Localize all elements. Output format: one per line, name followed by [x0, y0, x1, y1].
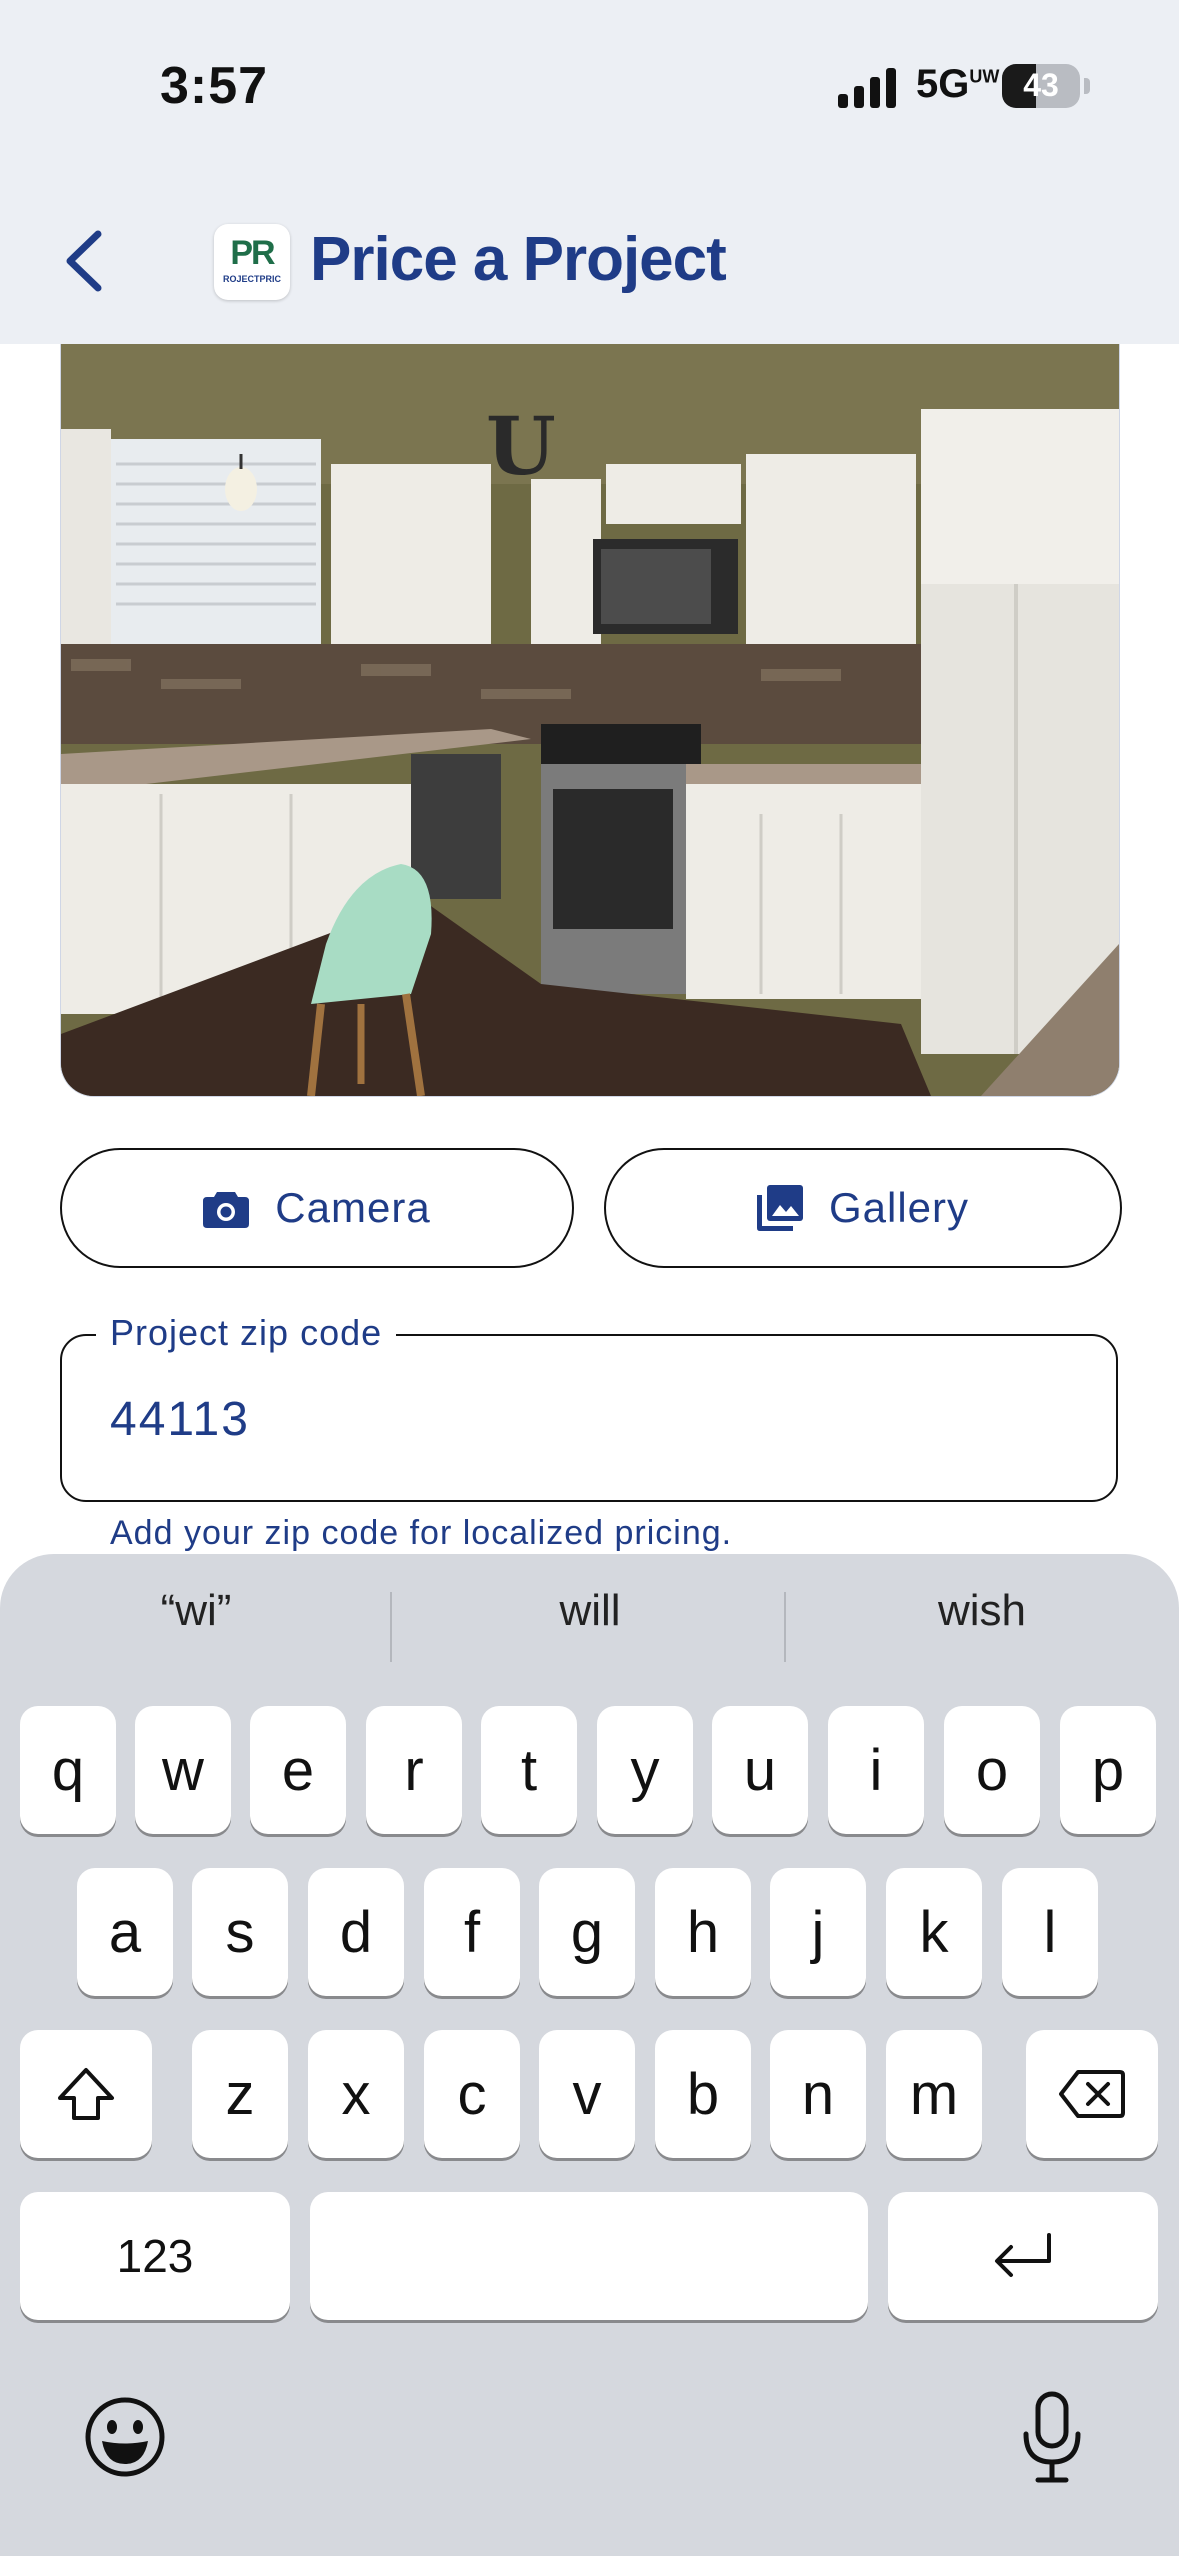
- zip-input[interactable]: [96, 1384, 1104, 1454]
- numbers-key[interactable]: 123: [20, 2192, 290, 2320]
- key-t[interactable]: t: [481, 1706, 577, 1834]
- camera-icon: [203, 1192, 250, 1228]
- key-z[interactable]: z: [192, 2030, 288, 2158]
- suggestion-3[interactable]: wish: [802, 1586, 1162, 1636]
- space-key[interactable]: [310, 2192, 868, 2320]
- suggestion-2[interactable]: will: [410, 1586, 770, 1636]
- camera-button[interactable]: Camera: [60, 1148, 574, 1268]
- battery-cap: [1084, 78, 1090, 94]
- key-r[interactable]: r: [366, 1706, 462, 1834]
- key-p[interactable]: p: [1060, 1706, 1156, 1834]
- backspace-key[interactable]: [1026, 2030, 1158, 2158]
- key-w[interactable]: w: [135, 1706, 231, 1834]
- page-title: Price a Project: [310, 225, 727, 294]
- key-a[interactable]: a: [77, 1868, 173, 1996]
- key-g[interactable]: g: [539, 1868, 635, 1996]
- return-key[interactable]: [888, 2192, 1158, 2320]
- signal-icon: [838, 68, 896, 108]
- key-e[interactable]: e: [250, 1706, 346, 1834]
- zip-field-label: Project zip code: [96, 1312, 397, 1354]
- network-indicator: 5GUW: [916, 62, 1000, 106]
- key-s[interactable]: s: [192, 1868, 288, 1996]
- key-c[interactable]: c: [424, 2030, 520, 2158]
- key-h[interactable]: h: [655, 1868, 751, 1996]
- key-o[interactable]: o: [944, 1706, 1040, 1834]
- suggestion-1[interactable]: “wi”: [16, 1586, 376, 1636]
- back-chevron-icon[interactable]: [56, 226, 116, 296]
- suggestion-divider: [390, 1592, 392, 1662]
- suggestion-divider: [784, 1592, 786, 1662]
- microphone-icon[interactable]: [1020, 2390, 1084, 2486]
- key-m[interactable]: m: [886, 2030, 982, 2158]
- status-time: 3:57: [160, 57, 269, 115]
- return-icon: [995, 2233, 1051, 2277]
- key-v[interactable]: v: [539, 2030, 635, 2158]
- key-x[interactable]: x: [308, 2030, 404, 2158]
- app-logo: PR ROJECTPRIC: [214, 224, 290, 300]
- backspace-icon: [1059, 2070, 1125, 2118]
- emoji-icon[interactable]: [84, 2396, 166, 2478]
- key-d[interactable]: d: [308, 1868, 404, 1996]
- key-q[interactable]: q: [20, 1706, 116, 1834]
- key-n[interactable]: n: [770, 2030, 866, 2158]
- kitchen-photo-image: U: [61, 344, 1119, 1096]
- gallery-icon: [756, 1185, 803, 1231]
- battery-percent: 43: [1023, 67, 1059, 103]
- key-y[interactable]: y: [597, 1706, 693, 1834]
- shift-icon: [58, 2068, 114, 2120]
- key-f[interactable]: f: [424, 1868, 520, 1996]
- project-photo: U: [60, 344, 1120, 1097]
- zip-helper-text: Add your zip code for localized pricing.: [110, 1514, 733, 1552]
- key-b[interactable]: b: [655, 2030, 751, 2158]
- key-l[interactable]: l: [1002, 1868, 1098, 1996]
- key-u[interactable]: u: [712, 1706, 808, 1834]
- shift-key[interactable]: [20, 2030, 152, 2158]
- gallery-button[interactable]: Gallery: [604, 1148, 1122, 1268]
- key-i[interactable]: i: [828, 1706, 924, 1834]
- key-j[interactable]: j: [770, 1868, 866, 1996]
- key-k[interactable]: k: [886, 1868, 982, 1996]
- battery-icon: 43: [1002, 64, 1080, 108]
- svg-text:U: U: [486, 399, 556, 493]
